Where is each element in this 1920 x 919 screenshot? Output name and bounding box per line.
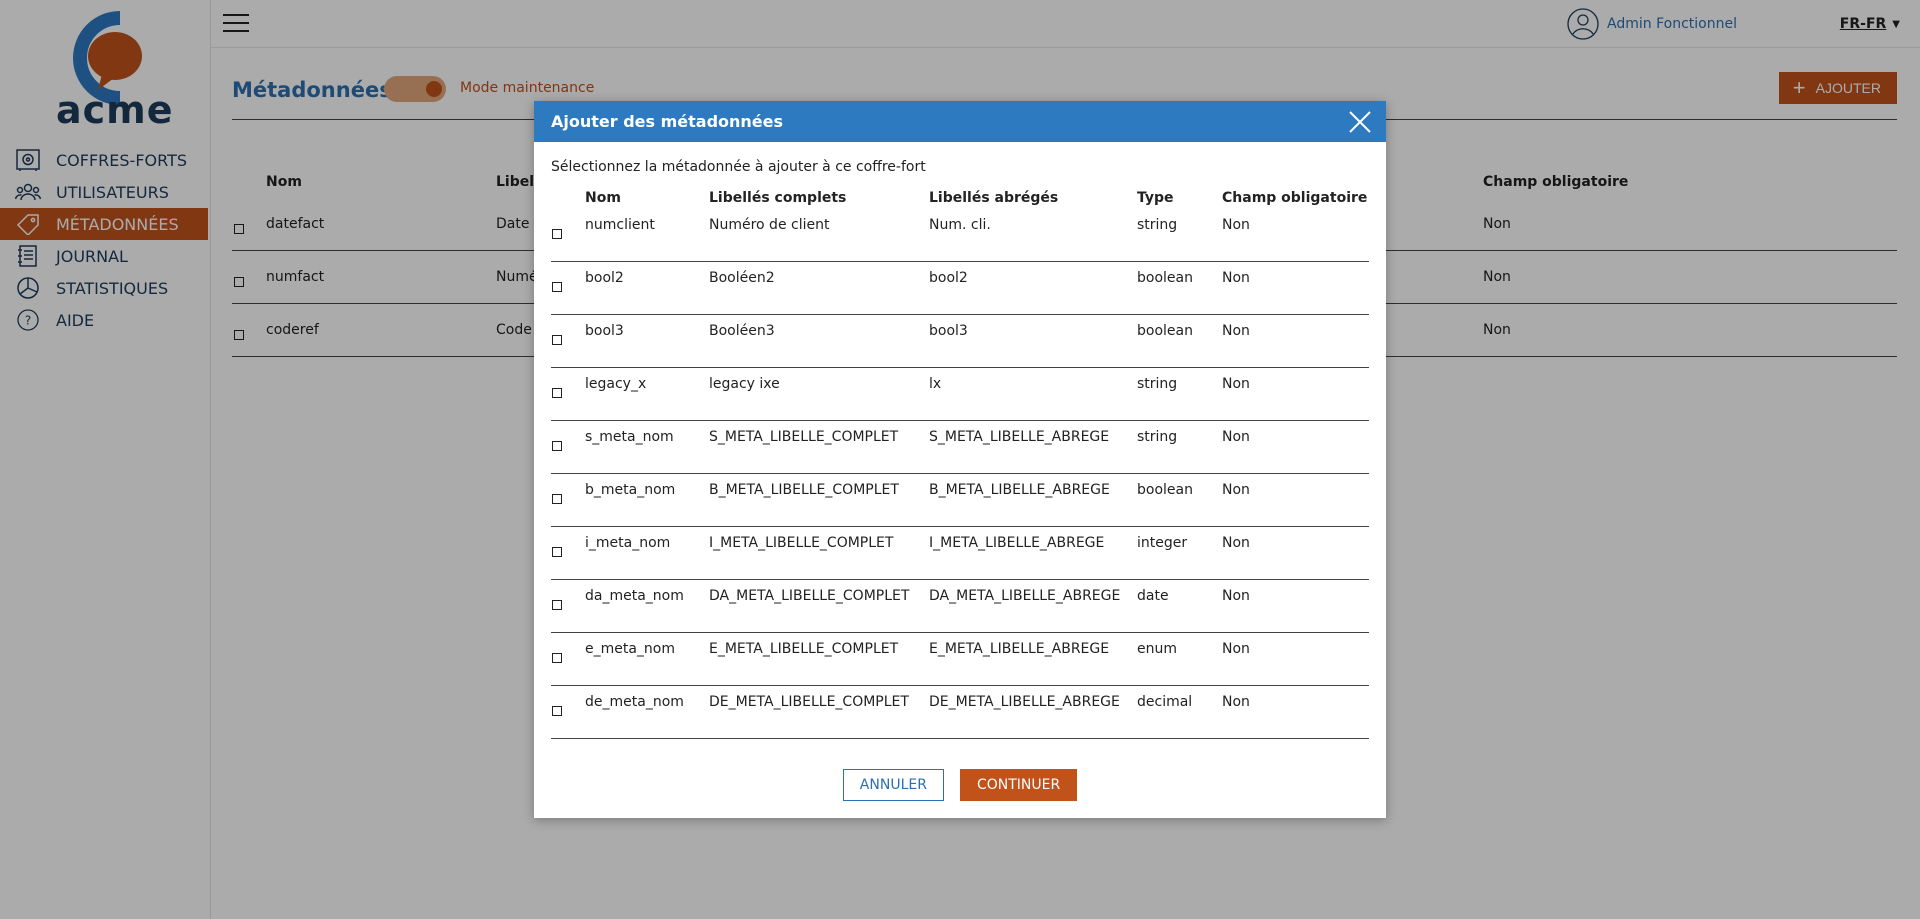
- cell-full-label: Numéro de client: [709, 217, 830, 233]
- cell-full-label: DE_META_LIBELLE_COMPLET: [709, 694, 909, 710]
- cell-type: string: [1137, 376, 1178, 392]
- dialog-title: Ajouter des métadonnées: [551, 112, 784, 131]
- cell-required: Non: [1222, 270, 1250, 286]
- table-row[interactable]: bool3 Booléen3 bool3 boolean Non: [551, 315, 1369, 368]
- column-header-full-label: Libellés complets: [709, 190, 847, 206]
- row-checkbox[interactable]: [552, 388, 562, 398]
- table-row[interactable]: e_meta_nom E_META_LIBELLE_COMPLET E_META_L…: [551, 633, 1369, 686]
- row-checkbox[interactable]: [552, 600, 562, 610]
- cell-full-label: I_META_LIBELLE_COMPLET: [709, 535, 894, 551]
- cell-required: Non: [1222, 694, 1250, 710]
- row-checkbox[interactable]: [552, 282, 562, 292]
- row-checkbox[interactable]: [552, 547, 562, 557]
- cell-nom: legacy_x: [585, 376, 647, 392]
- cell-full-label: Booléen2: [709, 270, 775, 286]
- table-row[interactable]: legacy_x legacy ixe lx string Non: [551, 368, 1369, 421]
- table-row[interactable]: b_meta_nom B_META_LIBELLE_COMPLET B_META_L…: [551, 474, 1369, 527]
- table-row[interactable]: i_meta_nom I_META_LIBELLE_COMPLET I_META_L…: [551, 527, 1369, 580]
- cell-full-label: B_META_LIBELLE_COMPLET: [709, 482, 899, 498]
- cell-nom: e_meta_nom: [585, 641, 676, 657]
- dialog-metadata-table: Nom Libellés complets Libellés abrégés T…: [551, 183, 1369, 739]
- cell-short-label: bool3: [929, 323, 968, 339]
- table-row[interactable]: bool2 Booléen2 bool2 boolean Non: [551, 262, 1369, 315]
- column-header-type: Type: [1137, 190, 1174, 206]
- row-checkbox[interactable]: [552, 706, 562, 716]
- cell-nom: numclient: [585, 217, 655, 233]
- cell-short-label: DE_META_LIBELLE_ABREGE: [929, 694, 1120, 710]
- cell-required: Non: [1222, 535, 1250, 551]
- cell-short-label: S_META_LIBELLE_ABREGE: [929, 429, 1110, 445]
- cell-nom: da_meta_nom: [585, 588, 684, 604]
- cell-required: Non: [1222, 588, 1250, 604]
- cell-type: boolean: [1137, 323, 1193, 339]
- table-row[interactable]: numclient Numéro de client Num. cli. string…: [551, 209, 1369, 262]
- cell-short-label: DA_META_LIBELLE_ABREGE: [929, 588, 1121, 604]
- cell-type: integer: [1137, 535, 1188, 551]
- cell-required: Non: [1222, 482, 1250, 498]
- dialog-actions: ANNULER CONTINUER: [534, 769, 1386, 801]
- cell-required: Non: [1222, 376, 1250, 392]
- cell-full-label: legacy ixe: [709, 376, 780, 392]
- cell-type: string: [1137, 217, 1178, 233]
- cell-type: decimal: [1137, 694, 1193, 710]
- cell-short-label: E_META_LIBELLE_ABREGE: [929, 641, 1110, 657]
- cell-full-label: E_META_LIBELLE_COMPLET: [709, 641, 899, 657]
- dialog-header: Ajouter des métadonnées: [534, 101, 1386, 142]
- add-metadata-dialog: Ajouter des métadonnées Sélectionnez la …: [534, 101, 1386, 818]
- table-row[interactable]: de_meta_nom DE_META_LIBELLE_COMPLET DE_MET…: [551, 686, 1369, 739]
- cell-full-label: S_META_LIBELLE_COMPLET: [709, 429, 899, 445]
- cell-type: date: [1137, 588, 1169, 604]
- cell-required: Non: [1222, 323, 1250, 339]
- row-checkbox[interactable]: [552, 335, 562, 345]
- cell-nom: i_meta_nom: [585, 535, 671, 551]
- cell-type: boolean: [1137, 270, 1193, 286]
- dialog-table-body: numclient Numéro de client Num. cli. string…: [551, 209, 1369, 739]
- cell-nom: b_meta_nom: [585, 482, 676, 498]
- cell-nom: s_meta_nom: [585, 429, 674, 445]
- column-header-required: Champ obligatoire: [1222, 190, 1368, 206]
- cell-nom: bool3: [585, 323, 624, 339]
- row-checkbox[interactable]: [552, 653, 562, 663]
- table-row[interactable]: s_meta_nom S_META_LIBELLE_COMPLET S_META_L…: [551, 421, 1369, 474]
- cell-short-label: lx: [929, 376, 942, 392]
- dialog-subtitle: Sélectionnez la métadonnée à ajouter à c…: [551, 159, 926, 175]
- cell-short-label: bool2: [929, 270, 968, 286]
- cell-required: Non: [1222, 217, 1250, 233]
- cell-nom: de_meta_nom: [585, 694, 684, 710]
- close-icon[interactable]: [1348, 110, 1372, 134]
- column-header-nom: Nom: [585, 190, 621, 206]
- dialog-table-header: Nom Libellés complets Libellés abrégés T…: [551, 183, 1369, 209]
- table-row[interactable]: da_meta_nom DA_META_LIBELLE_COMPLET DA_MET…: [551, 580, 1369, 633]
- cell-full-label: Booléen3: [709, 323, 775, 339]
- cell-nom: bool2: [585, 270, 624, 286]
- row-checkbox[interactable]: [552, 441, 562, 451]
- cell-short-label: B_META_LIBELLE_ABREGE: [929, 482, 1110, 498]
- continue-button[interactable]: CONTINUER: [959, 769, 1078, 801]
- cancel-button[interactable]: ANNULER: [842, 769, 944, 801]
- cell-full-label: DA_META_LIBELLE_COMPLET: [709, 588, 910, 604]
- cell-short-label: Num. cli.: [929, 217, 991, 233]
- cell-type: enum: [1137, 641, 1177, 657]
- cell-required: Non: [1222, 429, 1250, 445]
- cell-type: boolean: [1137, 482, 1193, 498]
- cell-required: Non: [1222, 641, 1250, 657]
- row-checkbox[interactable]: [552, 494, 562, 504]
- cell-type: string: [1137, 429, 1178, 445]
- column-header-short-label: Libellés abrégés: [929, 190, 1059, 206]
- cell-short-label: I_META_LIBELLE_ABREGE: [929, 535, 1105, 551]
- row-checkbox[interactable]: [552, 229, 562, 239]
